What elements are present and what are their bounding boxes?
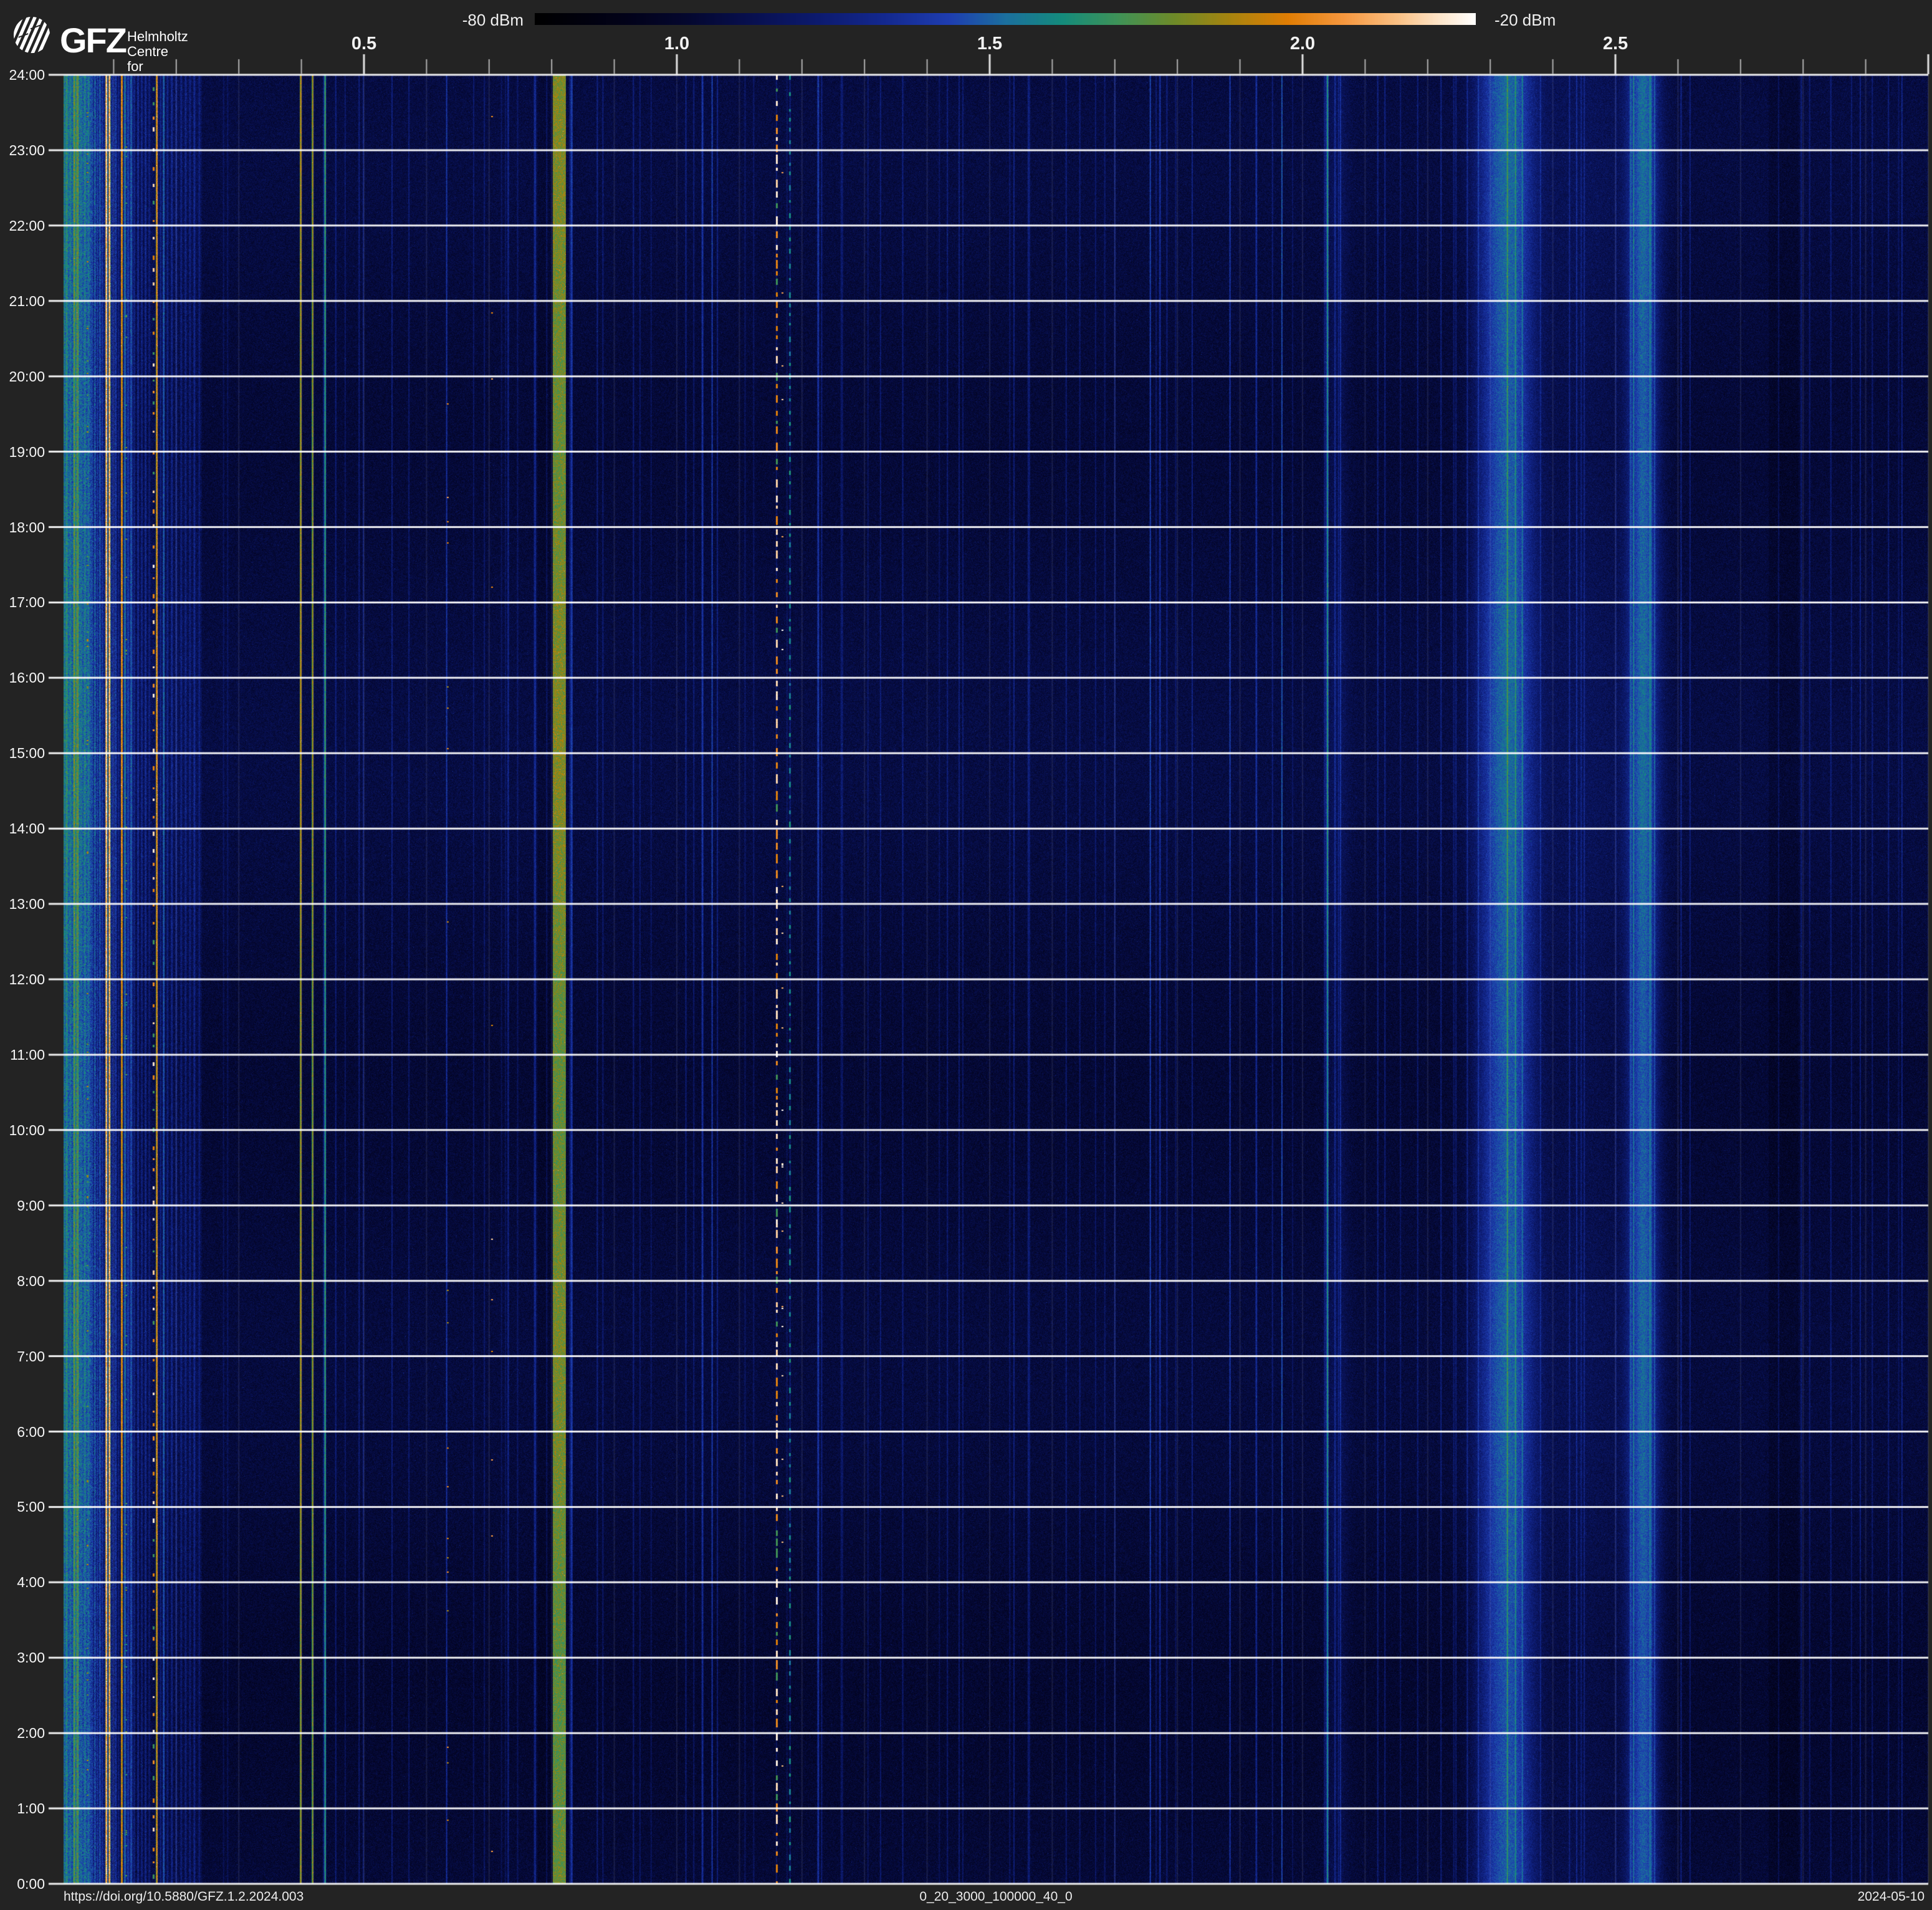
y-axis-hour-label: 13:00 bbox=[0, 895, 45, 913]
y-axis-hour-label: 11:00 bbox=[0, 1046, 45, 1063]
y-axis-hour-label: 2:00 bbox=[0, 1724, 45, 1742]
y-axis-hour-label: 1:00 bbox=[0, 1800, 45, 1817]
y-axis-hour-label: 8:00 bbox=[0, 1272, 45, 1290]
y-axis-hour-label: 21:00 bbox=[0, 292, 45, 310]
date-text: 2024-05-10 bbox=[1782, 1889, 1925, 1904]
y-axis-hour-label: 5:00 bbox=[0, 1498, 45, 1515]
y-axis-hour-label: 4:00 bbox=[0, 1573, 45, 1591]
y-axis-hour-label: 20:00 bbox=[0, 368, 45, 385]
y-axis-hour-label: 24:00 bbox=[0, 66, 45, 84]
doi-text: https://doi.org/10.5880/GFZ.1.2.2024.003 bbox=[64, 1889, 304, 1904]
y-axis-hour-label: 9:00 bbox=[0, 1197, 45, 1214]
dataset-id-text: 0_20_3000_100000_40_0 bbox=[919, 1889, 1072, 1904]
y-axis-hour-label: 22:00 bbox=[0, 217, 45, 234]
x-axis-tick-label: 0.5 bbox=[336, 34, 392, 54]
y-axis-hour-label: 18:00 bbox=[0, 519, 45, 536]
y-axis-hour-label: 3:00 bbox=[0, 1649, 45, 1666]
y-axis-hour-label: 16:00 bbox=[0, 669, 45, 686]
x-axis-tick-label: 2.5 bbox=[1587, 34, 1643, 54]
x-axis-tick-label: 2.0 bbox=[1274, 34, 1331, 54]
y-axis-hour-label: 19:00 bbox=[0, 443, 45, 461]
y-axis-hour-label: 12:00 bbox=[0, 971, 45, 988]
y-axis-hour-label: 10:00 bbox=[0, 1121, 45, 1139]
spectrogram-page: GFZ Helmholtz Centre for Geosciences -80… bbox=[0, 0, 1932, 1910]
spectrogram-canvas bbox=[0, 0, 1932, 1910]
y-axis-hour-label: 0:00 bbox=[0, 1875, 45, 1893]
y-axis-hour-label: 17:00 bbox=[0, 593, 45, 611]
x-axis-tick-label: 1.0 bbox=[649, 34, 705, 54]
y-axis-hour-label: 23:00 bbox=[0, 142, 45, 159]
y-axis-hour-label: 15:00 bbox=[0, 744, 45, 762]
y-axis-hour-label: 6:00 bbox=[0, 1423, 45, 1441]
y-axis-hour-label: 14:00 bbox=[0, 820, 45, 837]
y-axis-hour-label: 7:00 bbox=[0, 1348, 45, 1365]
x-axis-tick-label: 1.5 bbox=[962, 34, 1018, 54]
